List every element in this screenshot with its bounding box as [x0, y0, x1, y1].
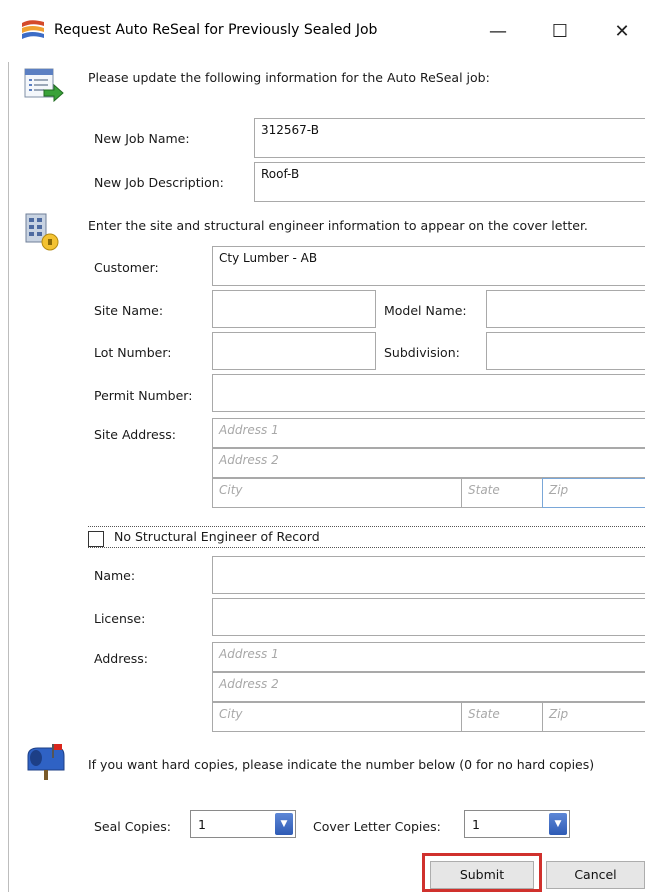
engineer-name-label: Name:: [94, 568, 136, 583]
minimize-button[interactable]: —: [478, 14, 518, 50]
site-address1-input[interactable]: Address 1: [212, 418, 645, 448]
engineer-address-label: Address:: [94, 651, 148, 666]
subdivision-input[interactable]: [486, 332, 645, 370]
engineer-address2-input[interactable]: Address 2: [212, 672, 645, 702]
copies-instruction: If you want hard copies, please indicate…: [88, 757, 595, 772]
cover-letter-copies-label: Cover Letter Copies:: [313, 819, 441, 834]
model-name-label: Model Name:: [384, 303, 467, 318]
job-description-label: New Job Description:: [94, 175, 224, 190]
site-city-placeholder: City: [219, 483, 243, 497]
engineer-name-input[interactable]: [212, 556, 645, 594]
close-button[interactable]: ✕: [602, 14, 642, 50]
cover-letter-copies-value: 1: [472, 817, 480, 832]
app-icon: [20, 18, 46, 42]
site-zip-placeholder: Zip: [549, 483, 569, 497]
site-address2-placeholder: Address 2: [219, 453, 279, 467]
engineer-zip-placeholder: Zip: [549, 707, 569, 721]
site-zip-input[interactable]: Zip: [542, 478, 645, 508]
job-description-input[interactable]: Roof-B: [254, 162, 645, 202]
model-name-input[interactable]: [486, 290, 645, 328]
submit-button[interactable]: Submit: [430, 861, 534, 889]
subdivision-label: Subdivision:: [384, 345, 460, 360]
lot-number-label: Lot Number:: [94, 345, 172, 360]
cover-letter-copies-select[interactable]: 1 ▼: [464, 810, 570, 838]
engineer-address2-placeholder: Address 2: [219, 677, 279, 691]
dropdown-arrow-icon[interactable]: ▼: [275, 813, 293, 835]
form-arrow-icon: [24, 68, 64, 103]
site-instruction: Enter the site and structural engineer i…: [88, 218, 588, 233]
customer-input[interactable]: Cty Lumber - AB: [212, 246, 645, 286]
engineer-group-border: [88, 526, 645, 527]
site-state-placeholder: State: [468, 483, 500, 497]
seal-copies-select[interactable]: 1 ▼: [190, 810, 296, 838]
permit-number-input[interactable]: [212, 374, 645, 412]
no-engineer-label[interactable]: No Structural Engineer of Record: [114, 529, 320, 544]
building-lock-icon: [24, 212, 60, 252]
site-city-input[interactable]: City: [212, 478, 462, 508]
mailbox-icon: [24, 744, 68, 780]
engineer-address1-input[interactable]: Address 1: [212, 642, 645, 672]
engineer-state-input[interactable]: State: [461, 702, 543, 732]
engineer-license-input[interactable]: [212, 598, 645, 636]
permit-number-label: Permit Number:: [94, 388, 193, 403]
engineer-state-placeholder: State: [468, 707, 500, 721]
customer-label: Customer:: [94, 260, 159, 275]
window-title: Request Auto ReSeal for Previously Seale…: [54, 22, 378, 38]
site-name-label: Site Name:: [94, 303, 164, 318]
site-name-input[interactable]: [212, 290, 376, 328]
cancel-button[interactable]: Cancel: [546, 861, 645, 889]
site-address-label: Site Address:: [94, 427, 176, 442]
site-state-input[interactable]: State: [461, 478, 543, 508]
engineer-license-label: License:: [94, 611, 146, 626]
seal-copies-label: Seal Copies:: [94, 819, 171, 834]
engineer-city-input[interactable]: City: [212, 702, 462, 732]
site-address2-input[interactable]: Address 2: [212, 448, 645, 478]
engineer-address1-placeholder: Address 1: [219, 647, 279, 661]
no-engineer-checkbox[interactable]: [88, 531, 104, 547]
job-instruction: Please update the following information …: [88, 70, 490, 85]
window-left-border: [8, 62, 9, 892]
lot-number-input[interactable]: [212, 332, 376, 370]
dropdown-arrow-icon[interactable]: ▼: [549, 813, 567, 835]
maximize-button[interactable]: ☐: [540, 14, 580, 50]
job-name-input[interactable]: 312567-B: [254, 118, 645, 158]
engineer-group-border-bottom: [88, 547, 645, 548]
seal-copies-value: 1: [198, 817, 206, 832]
engineer-city-placeholder: City: [219, 707, 243, 721]
engineer-zip-input[interactable]: Zip: [542, 702, 645, 732]
job-name-label: New Job Name:: [94, 131, 190, 146]
site-address1-placeholder: Address 1: [219, 423, 279, 437]
